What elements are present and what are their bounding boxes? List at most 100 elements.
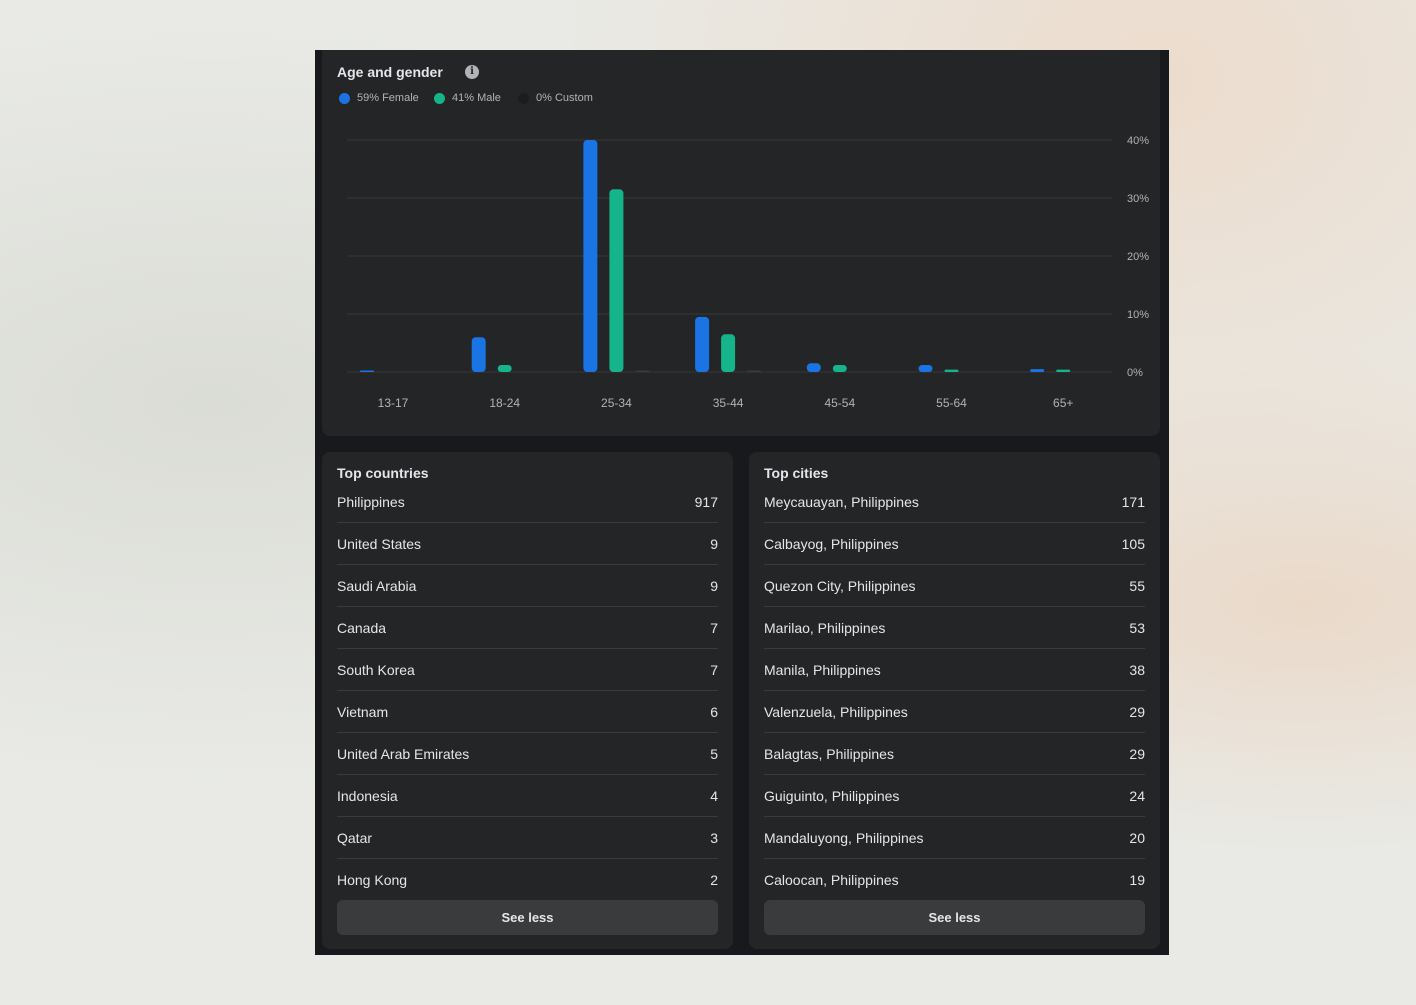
x-tick-label: 35-44 (713, 396, 744, 410)
country-name: Canada (337, 619, 387, 636)
legend-male: 41% Male (434, 91, 501, 105)
bar-female-18-24[interactable] (471, 337, 486, 372)
see-less-countries-button[interactable]: See less (337, 900, 718, 935)
male-dot-icon (434, 92, 445, 104)
see-less-cities-button[interactable]: See less (764, 900, 1145, 935)
list-item: Balagtas, Philippines 29 (764, 733, 1145, 775)
bar-female-25-34[interactable] (583, 140, 598, 372)
x-tick-label: 13-17 (378, 396, 409, 410)
bar-female-65+[interactable] (1030, 369, 1045, 372)
city-name: Calbayog, Philippines (764, 535, 899, 552)
city-count: 19 (1129, 872, 1145, 888)
legend-male-label: 41% Male (452, 92, 501, 104)
bar-male-45-54[interactable] (832, 365, 847, 372)
top-countries-title: Top countries (337, 465, 429, 481)
city-count: 24 (1129, 787, 1145, 804)
bar-male-65+[interactable] (1056, 369, 1071, 372)
country-name: South Korea (337, 661, 415, 678)
bar-male-18-24[interactable] (497, 365, 512, 372)
city-count: 105 (1121, 535, 1145, 552)
y-tick-label: 40% (1127, 135, 1149, 147)
bar-female-13-17[interactable] (360, 370, 374, 373)
top-cities-title: Top cities (764, 465, 829, 481)
country-name: Vietnam (337, 703, 389, 720)
bar-male-35-44[interactable] (721, 334, 736, 372)
city-count: 38 (1129, 661, 1145, 678)
country-count: 917 (694, 493, 718, 510)
top-cities-card: Top cities Meycauayan, Philippines 171 Ca… (749, 452, 1160, 949)
list-item: Quezon City, Philippines 55 (764, 565, 1145, 607)
y-tick-label: 0% (1127, 367, 1143, 379)
city-count: 29 (1129, 703, 1145, 720)
list-item: Philippines 917 (337, 481, 718, 523)
country-name: Hong Kong (337, 872, 408, 888)
city-count: 171 (1121, 493, 1145, 510)
city-name: Valenzuela, Philippines (764, 703, 908, 720)
bar-female-35-44[interactable] (695, 316, 710, 372)
x-tick-label: 55-64 (936, 396, 967, 410)
info-icon[interactable]: i (465, 65, 479, 79)
legend-female-label: 59% Female (357, 92, 419, 104)
bar-female-45-54[interactable] (806, 363, 821, 372)
y-tick-label: 30% (1127, 193, 1149, 205)
female-dot-icon (339, 92, 350, 104)
city-name: Marilao, Philippines (764, 619, 886, 636)
list-item: Guiguinto, Philippines 24 (764, 775, 1145, 817)
city-name: Caloocan, Philippines (764, 872, 899, 888)
city-name: Mandaluyong, Philippines (764, 829, 924, 846)
list-item: Marilao, Philippines 53 (764, 607, 1145, 649)
bar-female-55-64[interactable] (918, 365, 933, 372)
city-count: 55 (1129, 577, 1145, 594)
age-gender-title: Age and gender (337, 64, 443, 80)
list-item: Qatar 3 (337, 817, 718, 859)
list-item: South Korea 7 (337, 649, 718, 691)
country-count: 9 (710, 577, 718, 594)
list-item: Indonesia 4 (337, 775, 718, 817)
bar-custom-25-34[interactable] (635, 370, 650, 373)
city-name: Guiguinto, Philippines (764, 787, 900, 804)
city-count: 53 (1129, 619, 1145, 636)
legend-female: 59% Female (339, 91, 419, 105)
city-name: Balagtas, Philippines (764, 745, 894, 762)
list-item: Mandaluyong, Philippines 20 (764, 817, 1145, 859)
custom-dot-icon (518, 92, 529, 104)
x-tick-label: 45-54 (824, 396, 855, 410)
legend-custom: 0% Custom (518, 91, 593, 105)
list-item: Canada 7 (337, 607, 718, 649)
country-name: Saudi Arabia (337, 577, 417, 594)
bar-custom-35-44[interactable] (747, 370, 762, 373)
country-count: 2 (710, 872, 718, 888)
list-item: United States 9 (337, 523, 718, 565)
bar-male-25-34[interactable] (609, 189, 624, 372)
list-item: Meycauayan, Philippines 171 (764, 481, 1145, 523)
age-gender-chart: 0% 10% 20% 30% 40% 13-17 18-24 25-34 35-44 45-54 5… (347, 135, 1149, 410)
country-count: 5 (710, 745, 718, 762)
insights-panel: Age and gender i 59% Female 41% Male 0% … (315, 50, 1169, 955)
top-cities-list: Meycauayan, Philippines 171 Calbayog, Phi… (764, 481, 1145, 901)
list-item: Hong Kong 2 (337, 859, 718, 901)
list-item: Manila, Philippines 38 (764, 649, 1145, 691)
country-name: Qatar (337, 829, 373, 846)
legend-custom-label: 0% Custom (536, 92, 593, 104)
bar-male-55-64[interactable] (944, 369, 959, 372)
country-count: 6 (710, 703, 718, 720)
country-name: Philippines (337, 493, 405, 510)
top-countries-list: Philippines 917 United States 9 Saudi Arab… (337, 481, 718, 901)
country-count: 3 (710, 829, 718, 846)
x-tick-label: 65+ (1053, 396, 1073, 410)
y-tick-label: 20% (1127, 251, 1149, 263)
list-item: Calbayog, Philippines 105 (764, 523, 1145, 565)
top-countries-card: Top countries Philippines 917 United Stat… (322, 452, 733, 949)
country-name: United Arab Emirates (337, 745, 470, 762)
country-name: Indonesia (337, 787, 398, 804)
x-tick-label: 25-34 (601, 396, 632, 410)
list-item: Valenzuela, Philippines 29 (764, 691, 1145, 733)
city-name: Manila, Philippines (764, 661, 881, 678)
city-count: 20 (1129, 829, 1145, 846)
city-name: Quezon City, Philippines (764, 577, 916, 594)
list-item: Caloocan, Philippines 19 (764, 859, 1145, 901)
x-tick-label: 18-24 (489, 396, 520, 410)
city-name: Meycauayan, Philippines (764, 493, 919, 510)
country-count: 7 (710, 661, 718, 678)
list-item: United Arab Emirates 5 (337, 733, 718, 775)
